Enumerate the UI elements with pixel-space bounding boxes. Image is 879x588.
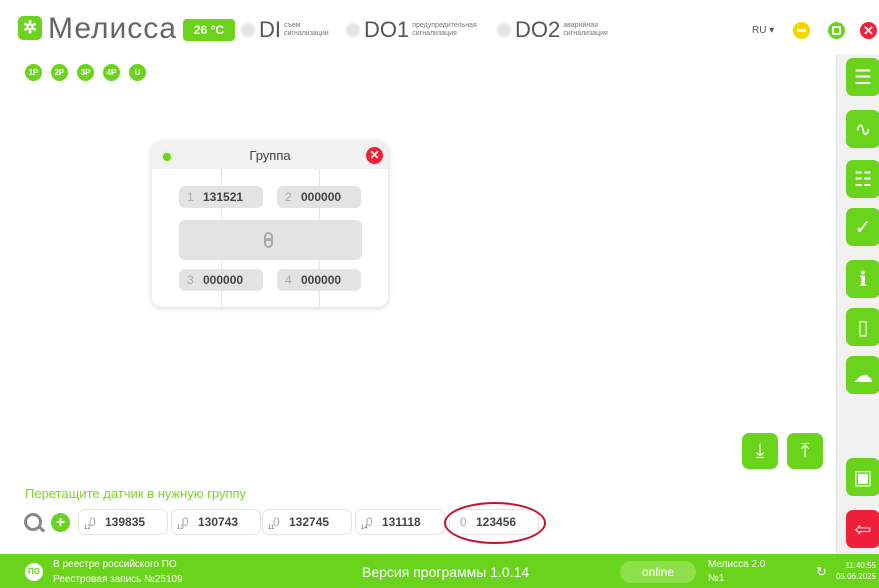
upload-icon: ⤒ [800, 440, 810, 462]
slot-number: 2 [285, 190, 292, 204]
slot-number: 1 [187, 190, 194, 204]
footer: ПО В реестре российского ПО Реестровая з… [0, 554, 879, 588]
download-icon: ⤓ [755, 440, 765, 462]
list-icon: ☰ [854, 66, 872, 89]
slot-value: 000000 [203, 273, 244, 287]
version-label: Версия программы 1.0.14 [362, 564, 530, 580]
minimize-button[interactable] [793, 22, 810, 39]
slot-value: 000000 [301, 190, 342, 204]
sensor-item[interactable]: 13 0 130743 [171, 509, 261, 535]
signal-led-icon [496, 22, 512, 38]
registry-icon: ПО [25, 563, 43, 581]
slot-value: 131521 [203, 190, 244, 204]
logo-icon: ✲ [18, 16, 42, 40]
signal-name: DI [259, 17, 281, 42]
temperature-badge: 26 °C [183, 19, 235, 41]
registry-line-2: Реестровая запись №25109 [53, 574, 183, 585]
chart-icon: ∿ [854, 118, 872, 141]
slot-number: 3 [187, 273, 194, 287]
sensor-zero: 0 [273, 515, 280, 529]
group-close-button[interactable]: ✕ [366, 147, 383, 164]
clock: 11:40:55 05.06.2025 [830, 560, 876, 582]
sliders-icon: ☷ [854, 168, 872, 191]
signal-desc: съем сигнализации [284, 22, 329, 37]
group-slot-3[interactable]: 3 000000 [179, 269, 263, 291]
check-button[interactable]: ✓ [846, 208, 879, 246]
export-button[interactable]: ⤒ [787, 433, 823, 469]
signal-di: DI съем сигнализации [240, 17, 334, 43]
signal-do1: DO1 предупредительная сигнализация [345, 17, 484, 43]
check-icon: ✓ [854, 216, 872, 239]
close-window-button[interactable]: ✕ [860, 22, 877, 39]
group-toggle-area[interactable] [179, 220, 362, 260]
info-button[interactable]: ℹ [846, 260, 879, 298]
slot-value: 000000 [301, 273, 342, 287]
device-number: №1 [708, 573, 725, 584]
app-window: ✲ Мелисса 26 °C DI съем сигнализации DO1… [0, 0, 879, 588]
settings-button[interactable]: ☷ [846, 160, 879, 198]
signal-desc: аварийная сигнализация [563, 22, 608, 37]
sensor-item[interactable]: 11 0 132745 [262, 509, 352, 535]
group-slot-1[interactable]: 1 131521 [179, 186, 263, 208]
phase-button-3p[interactable]: 3P [77, 64, 94, 81]
signal-name: DO2 [515, 17, 561, 42]
phase-button-1p[interactable]: 1P [25, 64, 42, 81]
toggle-knob-icon [264, 232, 273, 248]
sensor-zero: 0 [89, 515, 96, 529]
list-button[interactable]: ☰ [846, 58, 879, 96]
search-icon[interactable] [24, 513, 42, 531]
sensor-zero: 0 [366, 515, 373, 529]
phase-buttons: 1P 2P 3P 4P U [25, 64, 146, 81]
signal-desc: предупредительная сигнализация [412, 22, 477, 37]
registry-line-1: В реестре российского ПО [53, 559, 177, 570]
signal-led-icon [345, 22, 361, 38]
sync-icon[interactable]: ↻ [816, 564, 827, 580]
cloud-icon: ☁ [853, 364, 873, 387]
chart-button[interactable]: ∿ [846, 110, 879, 148]
right-sidebar: ☰ ∿ ☷ ✓ ℹ ▯ ☁ ▣ ⇦ [836, 54, 879, 554]
group-slot-4[interactable]: 4 000000 [277, 269, 361, 291]
signal-led-icon [240, 22, 256, 38]
add-sensor-button[interactable]: + [51, 513, 70, 532]
maximize-button[interactable] [828, 22, 845, 39]
phase-button-2p[interactable]: 2P [51, 64, 68, 81]
highlight-circle [444, 502, 546, 544]
signal-do2: DO2 аварийная сигнализация [496, 17, 623, 43]
save-icon: ▣ [853, 466, 873, 489]
save-button[interactable]: ▣ [846, 458, 879, 496]
clock-time: 11:40:55 [845, 561, 876, 570]
clock-date: 05.06.2025 [835, 572, 876, 581]
sensor-zero: 0 [182, 515, 189, 529]
document-button[interactable]: ▯ [846, 308, 879, 346]
sensor-value: 131118 [382, 515, 421, 529]
sensor-value: 139835 [105, 515, 146, 529]
phase-button-4p[interactable]: 4P [103, 64, 120, 81]
sensor-value: 130743 [198, 515, 239, 529]
group-header: Группа ✕ [152, 141, 388, 169]
group-card[interactable]: Группа ✕ 1 131521 2 000000 3 000000 4 00… [152, 141, 388, 307]
language-select[interactable]: RU ▾ [752, 25, 774, 36]
device-name: Мелисса 2.0 [708, 559, 766, 570]
brand-title: Мелисса [48, 12, 177, 45]
group-slot-2[interactable]: 2 000000 [277, 186, 361, 208]
slot-number: 4 [285, 273, 292, 287]
sensor-value: 132745 [289, 515, 330, 529]
sensor-item[interactable]: 14 0 131118 [355, 509, 445, 535]
exit-icon: ⇦ [854, 518, 872, 541]
sensor-item[interactable]: 12 0 139835 [78, 509, 168, 535]
drag-hint: Перетащите датчик в нужную группу [25, 486, 247, 501]
cloud-button[interactable]: ☁ [846, 356, 879, 394]
group-title: Группа [249, 148, 291, 163]
import-button[interactable]: ⤓ [742, 433, 778, 469]
phase-button-u[interactable]: U [129, 64, 146, 81]
header: ✲ Мелисса 26 °C DI съем сигнализации DO1… [0, 0, 879, 54]
exit-button[interactable]: ⇦ [846, 510, 879, 548]
signal-name: DO1 [364, 17, 410, 42]
connection-status-badge: online [620, 561, 696, 583]
document-icon: ▯ [857, 316, 869, 339]
info-icon: ℹ [859, 268, 867, 291]
